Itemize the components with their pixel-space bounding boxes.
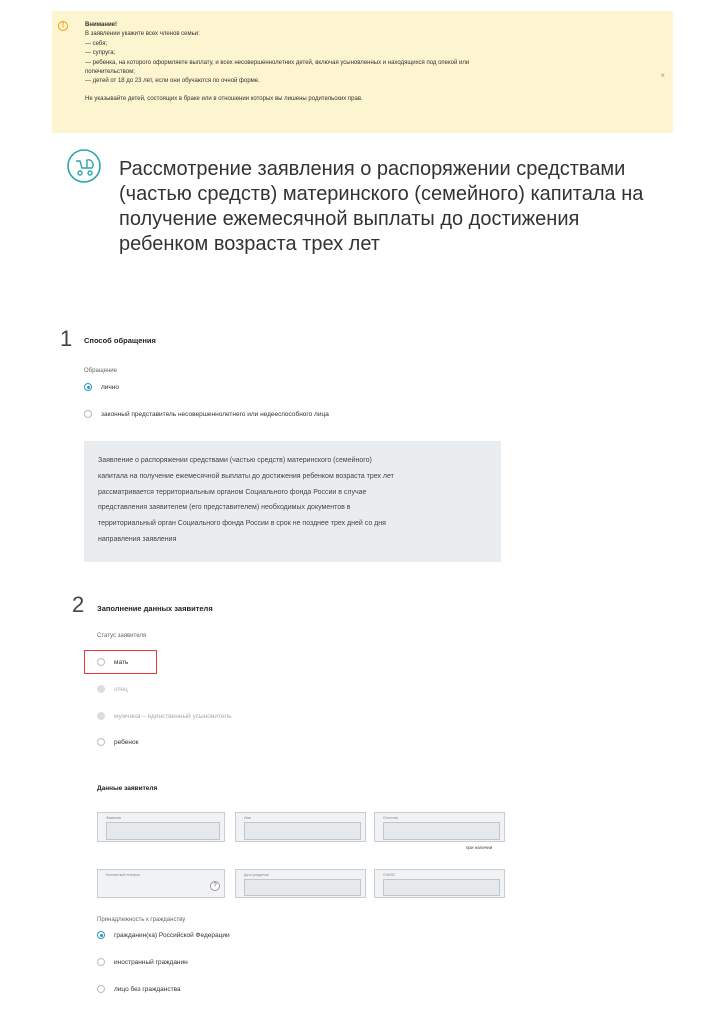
radio-label: законный представитель несовершеннолетне…	[101, 410, 329, 418]
help-icon[interactable]: ?	[210, 881, 220, 891]
step-title: Заполнение данных заявителя	[97, 604, 213, 613]
alert-line: попечительством;	[85, 69, 135, 76]
baby-stroller-icon	[67, 149, 101, 183]
snils-field[interactable]: СНИЛС	[374, 869, 505, 898]
field-label: СНИЛС	[383, 873, 396, 877]
radio-legal-representative[interactable]: законный представитель несовершеннолетне…	[84, 410, 329, 418]
status-label: Статус заявителя	[97, 633, 147, 639]
radio-label: гражданин(ка) Российской Федерации	[114, 931, 230, 939]
phone-field[interactable]: Контактный телефон ?	[97, 869, 225, 898]
radio-father[interactable]: отец	[97, 685, 128, 693]
radio-label: иностранный гражданин	[114, 958, 188, 966]
info-line: Заявление о распоряжении средствами (час…	[98, 457, 372, 464]
alert-line: — себя;	[85, 40, 108, 47]
alert-line: — детей от 18 до 23 лет, если они обучаю…	[85, 78, 260, 85]
radio-label: ребенок	[114, 738, 139, 746]
alert-line: — ребенка, на которого оформляете выплат…	[85, 59, 470, 66]
page-title: Рассмотрение заявления о распоряжении ср…	[119, 158, 644, 255]
radio-in-person[interactable]: лично	[84, 383, 119, 391]
radio-label: лицо без гражданства	[114, 985, 181, 993]
radio-sole-adopter[interactable]: мужчина – единственный усыновитель	[97, 712, 231, 720]
patronymic-field[interactable]: Отчество	[374, 812, 505, 842]
alert-title: Внимание!	[85, 22, 117, 28]
patronymic-input[interactable]	[383, 822, 500, 840]
alert-line: — супруга;	[85, 50, 116, 57]
radio-unchecked-icon	[97, 738, 105, 746]
name-field[interactable]: Имя	[235, 812, 366, 842]
info-line: территориальный орган Социального фонда …	[98, 520, 386, 528]
warning-alert: ! Внимание! В заявлении укажите всех чле…	[52, 11, 673, 133]
step-number: 1	[60, 326, 73, 351]
radio-foreign-citizen[interactable]: иностранный гражданин	[97, 958, 188, 966]
applicant-data-title: Данные заявителя	[97, 785, 158, 792]
radio-disabled-icon	[97, 712, 105, 720]
radio-label: мать	[114, 658, 129, 666]
info-line: рассматривается территориальным органом …	[98, 488, 367, 496]
info-line: представления заявителем (его представит…	[98, 504, 351, 512]
radio-label: мужчина – единственный усыновитель	[114, 712, 232, 720]
snils-input[interactable]	[383, 879, 500, 896]
radio-label: отец	[114, 685, 128, 693]
info-box: Заявление о распоряжении средствами (час…	[84, 441, 501, 562]
radio-unchecked-icon	[84, 410, 92, 418]
patronymic-hint: при наличии	[466, 845, 493, 850]
name-input[interactable]	[244, 822, 361, 840]
radio-child[interactable]: ребенок	[97, 738, 138, 746]
field-label: Отчество	[383, 816, 399, 820]
radio-label: лично	[101, 383, 120, 391]
surname-field[interactable]: Фамилия	[97, 812, 225, 842]
field-label: Фамилия	[106, 816, 121, 820]
radio-mother[interactable]: мать	[97, 658, 128, 666]
field-label: Имя	[244, 816, 251, 820]
radio-checked-icon	[84, 383, 92, 391]
radio-disabled-icon	[97, 685, 105, 693]
radio-unchecked-icon	[97, 658, 105, 666]
radio-citizen-rf[interactable]: гражданин(ка) Российской Федерации	[97, 931, 230, 939]
warning-icon: !	[58, 21, 68, 31]
citizenship-label: Принадлежность к гражданству	[97, 917, 186, 923]
radio-unchecked-icon	[97, 958, 105, 966]
surname-input[interactable]	[106, 822, 220, 840]
appeal-label: Обращение	[84, 368, 117, 374]
radio-checked-icon	[97, 931, 105, 939]
birthdate-input[interactable]	[244, 879, 361, 896]
field-label: Контактный телефон	[106, 873, 141, 877]
step-title: Способ обращения	[84, 336, 156, 345]
radio-unchecked-icon	[97, 985, 105, 993]
alert-line: В заявлении укажите всех членов семьи:	[85, 31, 200, 38]
info-line: направления заявления	[98, 535, 177, 543]
close-icon[interactable]: ×	[660, 71, 665, 80]
step-number: 2	[72, 592, 85, 617]
field-label: Дата рождения	[244, 873, 269, 877]
radio-stateless[interactable]: лицо без гражданства	[97, 985, 181, 993]
birthdate-field[interactable]: Дата рождения	[235, 869, 366, 898]
info-line: капитала на получение ежемесячной выплат…	[98, 472, 394, 480]
alert-note: Не указывайте детей, состоящих в браке и…	[85, 95, 363, 102]
